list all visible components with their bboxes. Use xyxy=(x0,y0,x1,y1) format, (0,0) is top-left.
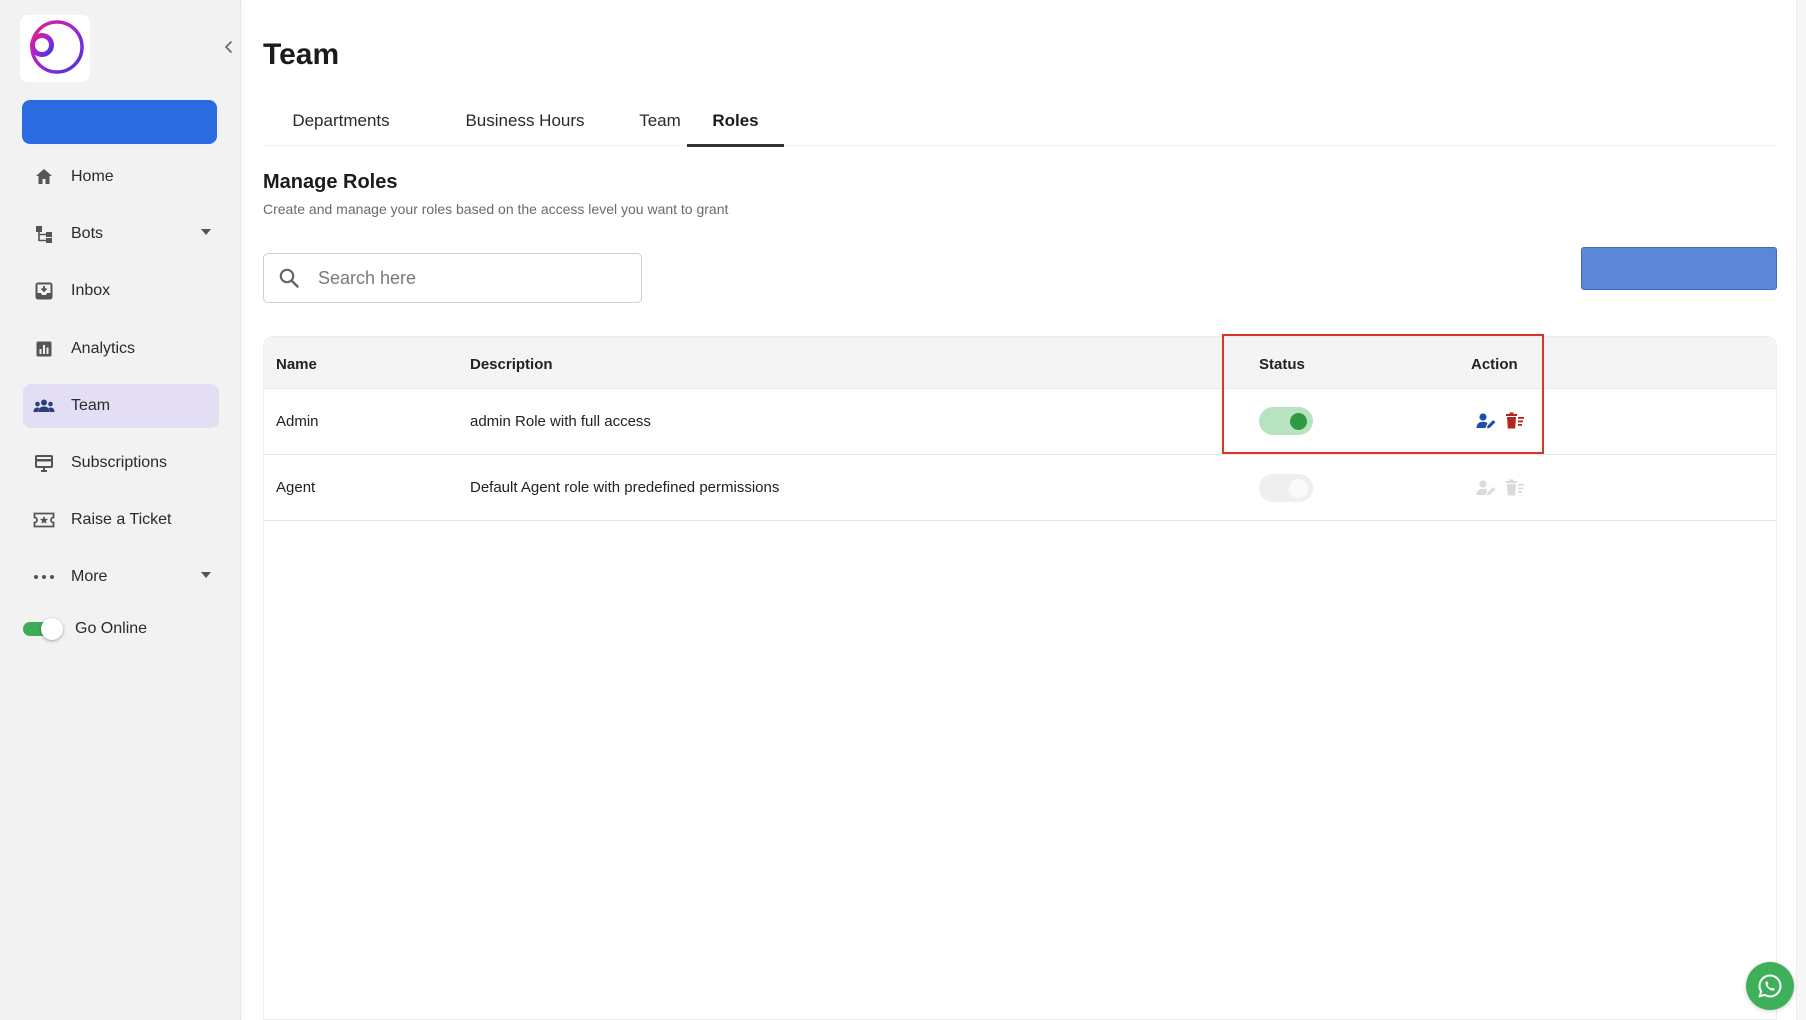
role-description: admin Role with full access xyxy=(470,413,651,430)
sidebar-item-label: Home xyxy=(71,168,114,185)
team-icon xyxy=(32,394,56,418)
sidebar-item-label: Inbox xyxy=(71,282,111,300)
sidebar-item-inbox[interactable]: Inbox xyxy=(23,269,219,313)
status-toggle[interactable] xyxy=(1259,407,1313,435)
delete-role-button[interactable] xyxy=(1504,477,1526,499)
subscriptions-icon xyxy=(32,451,56,475)
section-title: Manage Roles xyxy=(263,171,398,193)
toggle-knob xyxy=(1289,479,1308,498)
sidebar-item-home[interactable]: Home xyxy=(23,155,219,199)
delete-icon xyxy=(1506,479,1524,496)
table-row: Admin admin Role with full access xyxy=(264,389,1776,455)
sidebar-nav: Home Bots Inbox Analytics Team Subscript… xyxy=(23,155,219,613)
edit-role-button[interactable] xyxy=(1475,410,1497,432)
whatsapp-chat-button[interactable] xyxy=(1746,962,1794,1010)
page-title: Team xyxy=(263,38,340,71)
chevron-down-icon xyxy=(201,572,211,579)
sidebar-item-label: Analytics xyxy=(71,339,136,357)
toggle-knob xyxy=(1290,413,1307,430)
bots-icon xyxy=(32,222,56,246)
go-online-toggle-row: Go Online xyxy=(23,618,147,640)
role-name: Admin xyxy=(276,413,319,430)
primary-action-button[interactable] xyxy=(22,100,217,144)
sidebar-item-team[interactable]: Team xyxy=(23,383,219,428)
inbox-icon xyxy=(32,279,56,303)
tab-roles[interactable]: Roles xyxy=(687,96,784,147)
sidebar-item-label: Raise a Ticket xyxy=(71,511,172,529)
sidebar-item-bots[interactable]: Bots xyxy=(23,212,219,256)
logo-icon xyxy=(30,19,84,74)
status-toggle[interactable] xyxy=(1259,474,1313,502)
more-icon xyxy=(32,565,56,589)
roles-table: Name Description Status Action Admin adm… xyxy=(263,336,1777,1020)
search-input[interactable] xyxy=(318,267,618,289)
whatsapp-icon xyxy=(1758,974,1782,998)
sidebar-item-subscriptions[interactable]: Subscriptions xyxy=(23,441,219,485)
role-description: Default Agent role with predefined permi… xyxy=(470,479,780,496)
add-role-button[interactable] xyxy=(1581,247,1777,290)
tab-departments[interactable]: Departments xyxy=(263,96,419,146)
table-row: Agent Default Agent role with predefined… xyxy=(264,455,1776,521)
chevron-left-icon xyxy=(224,40,233,54)
analytics-icon xyxy=(32,337,56,361)
edit-role-button[interactable] xyxy=(1475,477,1497,499)
column-header-description: Description xyxy=(470,356,553,373)
tab-business-hours[interactable]: Business Hours xyxy=(435,96,615,146)
user-edit-icon xyxy=(1476,480,1496,496)
sidebar-item-label: Subscriptions xyxy=(71,453,168,471)
table-header: Name Description Status Action xyxy=(264,337,1776,389)
app-logo xyxy=(20,15,90,82)
search-icon xyxy=(279,268,299,288)
chevron-down-icon xyxy=(201,229,211,236)
column-header-status: Status xyxy=(1259,356,1305,373)
sidebar-item-more[interactable]: More xyxy=(23,555,219,599)
home-icon xyxy=(32,165,56,189)
sidebar-item-label: Bots xyxy=(71,225,104,243)
delete-icon xyxy=(1506,412,1524,429)
column-header-action: Action xyxy=(1471,356,1518,373)
sidebar-item-label: Team xyxy=(71,396,111,414)
delete-role-button[interactable] xyxy=(1504,410,1526,432)
tab-bar: Departments Business Hours Team Roles xyxy=(263,96,1776,147)
go-online-toggle[interactable] xyxy=(23,618,63,640)
sidebar-item-analytics[interactable]: Analytics xyxy=(23,327,219,371)
go-online-label: Go Online xyxy=(75,620,148,637)
section-subtitle: Create and manage your roles based on th… xyxy=(263,201,729,217)
sidebar-item-label: More xyxy=(71,568,108,586)
role-name: Agent xyxy=(276,479,316,496)
sidebar: Home Bots Inbox Analytics Team Subscript… xyxy=(0,0,241,1020)
toggle-knob xyxy=(41,618,63,640)
page-scrollbar[interactable] xyxy=(1796,0,1806,1020)
column-header-name: Name xyxy=(276,356,317,373)
app-root: Home Bots Inbox Analytics Team Subscript… xyxy=(0,0,1806,1020)
search-box xyxy=(263,253,642,303)
user-edit-icon xyxy=(1476,413,1496,429)
sidebar-item-raise-ticket[interactable]: Raise a Ticket xyxy=(23,498,219,542)
ticket-icon xyxy=(32,508,56,532)
collapse-sidebar-button[interactable] xyxy=(218,36,240,58)
